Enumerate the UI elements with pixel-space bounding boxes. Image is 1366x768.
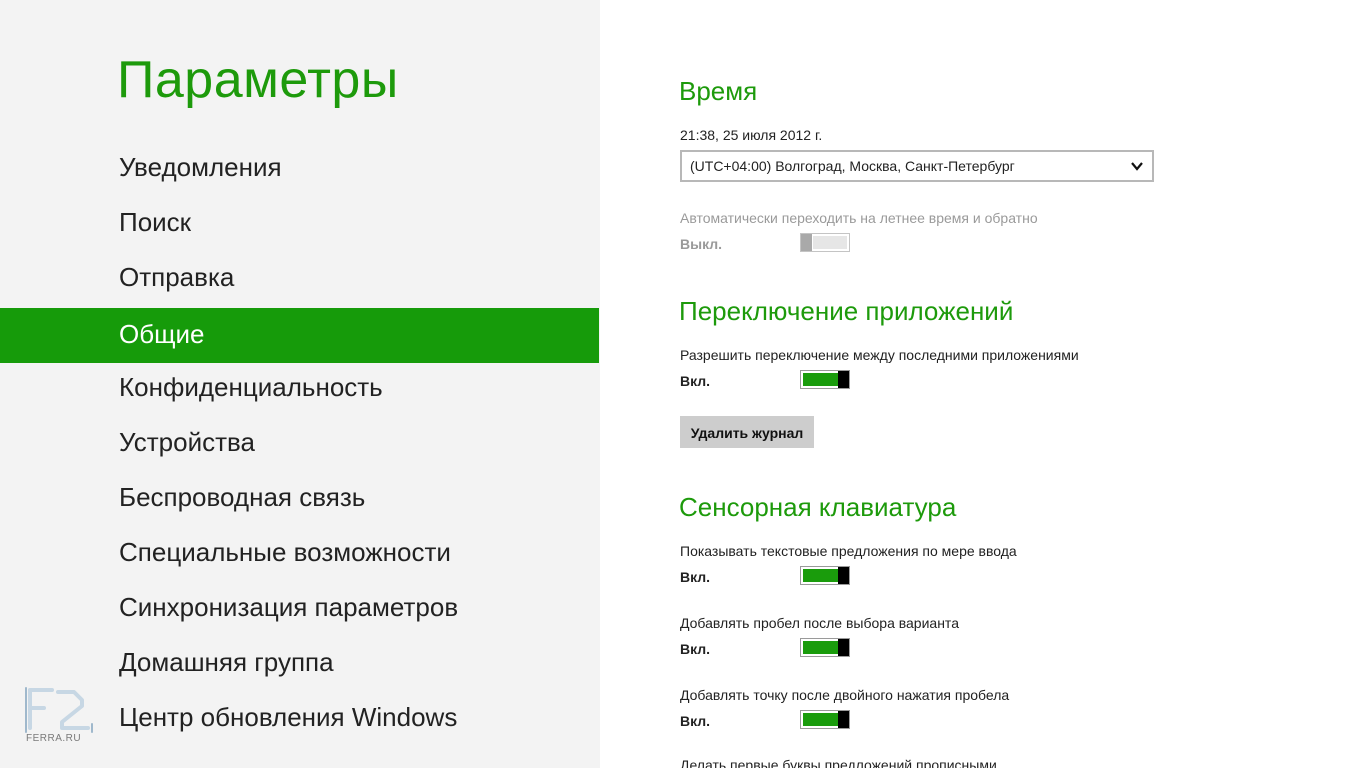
section-title-touch-keyboard: Сенсорная клавиатура [679, 492, 957, 522]
current-datetime: 21:38, 25 июля 2012 г. [680, 127, 823, 143]
nav-item-homegroup[interactable]: Домашняя группа [0, 636, 599, 691]
toggle-thumb [838, 639, 849, 656]
timezone-value: (UTC+04:00) Волгоград, Москва, Санкт-Пет… [690, 158, 1015, 174]
double-space-period-state: Вкл. [680, 713, 711, 729]
settings-window: Параметры Уведомления Поиск Отправка Общ… [0, 0, 1366, 768]
app-switch-label: Разрешить переключение между последними … [680, 347, 1079, 363]
clear-history-button[interactable]: Удалить журнал [680, 416, 814, 448]
app-switch-state: Вкл. [680, 373, 711, 389]
double-space-period-label: Добавлять точку после двойного нажатия п… [680, 687, 1010, 703]
app-switch-toggle[interactable] [800, 370, 850, 389]
toggle-thumb [838, 567, 849, 584]
toggle-thumb [838, 371, 849, 388]
settings-nav-panel: Параметры Уведомления Поиск Отправка Общ… [0, 0, 600, 768]
toggle-thumb [838, 711, 849, 728]
suggestions-state: Вкл. [680, 569, 711, 585]
space-after-toggle[interactable] [800, 638, 850, 657]
toggle-track [803, 713, 838, 726]
section-title-time: Время [679, 76, 758, 106]
dst-label: Автоматически переходить на летнее время… [680, 210, 1038, 226]
toggle-track [813, 236, 847, 249]
suggestions-toggle[interactable] [800, 566, 850, 585]
nav-item-notifications[interactable]: Уведомления [0, 141, 599, 196]
dst-state: Выкл. [680, 236, 723, 252]
chevron-down-icon [1131, 162, 1143, 171]
nav-item-devices[interactable]: Устройства [0, 416, 599, 471]
dst-toggle[interactable] [800, 233, 850, 252]
suggestions-label: Показывать текстовые предложения по мере… [680, 543, 1017, 559]
watermark-text: FERRA.RU [26, 733, 82, 744]
toggle-track [803, 641, 838, 654]
toggle-track [803, 569, 838, 582]
toggle-thumb [801, 234, 812, 251]
nav-item-search[interactable]: Поиск [0, 196, 599, 251]
nav-item-privacy[interactable]: Конфиденциальность [0, 361, 599, 416]
nav-item-share[interactable]: Отправка [0, 251, 599, 306]
page-title: Параметры [117, 51, 399, 109]
section-title-app-switching: Переключение приложений [679, 296, 1014, 326]
toggle-track [803, 373, 838, 386]
nav-item-wireless[interactable]: Беспроводная связь [0, 471, 599, 526]
space-after-label: Добавлять пробел после выбора варианта [680, 615, 959, 631]
nav-item-sync-settings[interactable]: Синхронизация параметров [0, 581, 599, 636]
space-after-state: Вкл. [680, 641, 711, 657]
capitalize-label: Делать первые буквы предложений прописны… [680, 757, 997, 768]
timezone-select[interactable]: (UTC+04:00) Волгоград, Москва, Санкт-Пет… [680, 150, 1154, 182]
nav-item-ease-of-access[interactable]: Специальные возможности [0, 526, 599, 581]
double-space-period-toggle[interactable] [800, 710, 850, 729]
nav-item-general[interactable]: Общие [0, 308, 599, 363]
